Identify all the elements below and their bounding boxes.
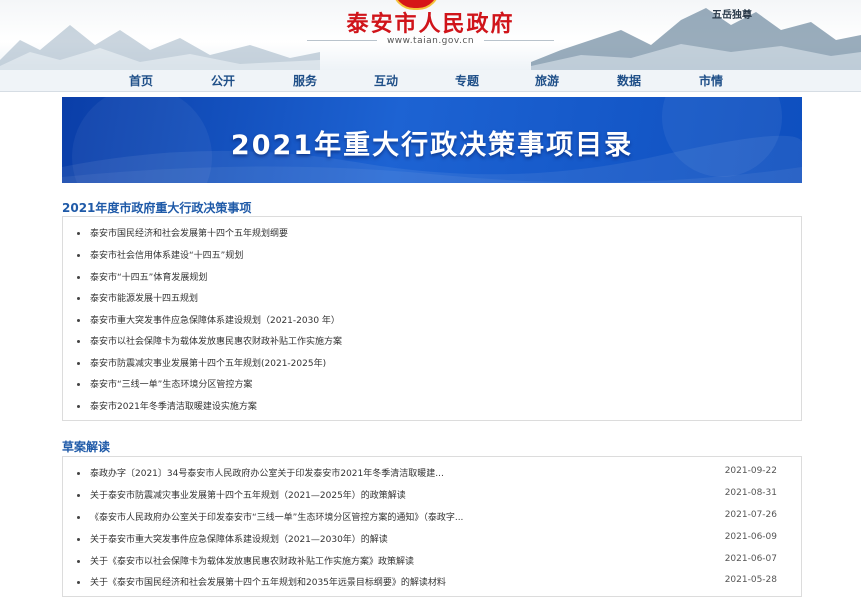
list-item-text: 泰安市重大突发事件应急保障体系建设规划（2021-2030 年）	[90, 316, 340, 326]
nav-item-service[interactable]: 服务	[293, 72, 317, 89]
list-item[interactable]: 泰安市社会信用体系建设“十四五”规划	[77, 248, 243, 261]
bullet-icon	[77, 254, 80, 257]
bullet-icon	[77, 276, 80, 279]
bullet-icon	[77, 472, 80, 475]
list-item-text: 关于泰安市防震减灾事业发展第十四个五年规划（2021—2025年）的政策解读	[90, 491, 406, 501]
list-item[interactable]: 泰政办字〔2021〕34号泰安市人民政府办公室关于印发泰安市2021年冬季清洁取…	[77, 466, 789, 479]
bullet-icon	[77, 232, 80, 235]
list-item[interactable]: 关于《泰安市以社会保障卡为载体发放惠民惠农财政补贴工作实施方案》政策解读 2021…	[77, 554, 789, 567]
nav-item-topics[interactable]: 专题	[455, 72, 479, 89]
list-item[interactable]: 泰安市防震减灾事业发展第十四个五年规划(2021-2025年)	[77, 356, 326, 369]
interpretation-list: 泰政办字〔2021〕34号泰安市人民政府办公室关于印发泰安市2021年冬季清洁取…	[62, 456, 802, 597]
section-title-interpretation[interactable]: 草案解读	[62, 438, 110, 455]
list-item-text: 泰安市“十四五”体育发展规划	[90, 273, 208, 283]
list-item[interactable]: 泰安市能源发展十四五规划	[77, 291, 198, 304]
item-date: 2021-08-31	[724, 488, 777, 498]
nav-item-public[interactable]: 公开	[211, 72, 235, 89]
list-item-text: 泰安市2021年冬季清洁取暖建设实施方案	[90, 402, 257, 412]
bullet-icon	[77, 319, 80, 322]
decisions-list: 泰安市国民经济和社会发展第十四个五年规划纲要 泰安市社会信用体系建设“十四五”规…	[62, 216, 802, 421]
list-item-text: 《泰安市人民政府办公室关于印发泰安市“三线一单”生态环境分区管控方案的通知》（泰…	[90, 513, 464, 523]
list-item[interactable]: 泰安市“十四五”体育发展规划	[77, 270, 207, 283]
bullet-icon	[77, 405, 80, 408]
nav-item-tourism[interactable]: 旅游	[535, 72, 559, 89]
list-item[interactable]: 关于泰安市重大突发事件应急保障体系建设规划（2021—2030年）的解读 2021…	[77, 532, 789, 545]
item-date: 2021-05-28	[724, 575, 777, 585]
list-item-text: 泰安市防震减灾事业发展第十四个五年规划(2021-2025年)	[90, 359, 327, 369]
banner-title: 2021年重大行政决策事项目录	[230, 130, 634, 161]
list-item-text: 泰安市能源发展十四五规划	[90, 294, 199, 304]
bullet-icon	[77, 297, 80, 300]
list-item-text: 泰安市“三线一单”生态环境分区管控方案	[90, 380, 253, 390]
seal-text: 五岳独尊	[712, 10, 752, 21]
bullet-icon	[77, 494, 80, 497]
site-header: 泰安市人民政府 www.taian.gov.cn 五岳独尊	[0, 0, 861, 70]
list-item-text: 关于《泰安市以社会保障卡为载体发放惠民惠农财政补贴工作实施方案》政策解读	[90, 557, 415, 567]
nav-item-city-info[interactable]: 市情	[699, 72, 723, 89]
bullet-icon	[77, 538, 80, 541]
list-item[interactable]: 泰安市以社会保障卡为载体发放惠民惠农财政补贴工作实施方案	[77, 334, 342, 347]
item-date: 2021-06-07	[724, 554, 777, 564]
main-nav: 首页 公开 服务 互动 专题 旅游 数据 市情	[0, 70, 861, 92]
list-item[interactable]: 关于《泰安市国民经济和社会发展第十四个五年规划和2035年远景目标纲要》的解读材…	[77, 575, 789, 588]
nav-item-interaction[interactable]: 互动	[374, 72, 398, 89]
site-url: www.taian.gov.cn	[0, 36, 861, 46]
list-item[interactable]: 关于泰安市防震减灾事业发展第十四个五年规划（2021—2025年）的政策解读 20…	[77, 488, 789, 501]
item-date: 2021-07-26	[724, 510, 777, 520]
nav-item-home[interactable]: 首页	[129, 72, 153, 89]
bullet-icon	[77, 560, 80, 563]
list-item[interactable]: 《泰安市人民政府办公室关于印发泰安市“三线一单”生态环境分区管控方案的通知》（泰…	[77, 510, 789, 523]
bullet-icon	[77, 581, 80, 584]
list-item-text: 泰安市社会信用体系建设“十四五”规划	[90, 251, 244, 261]
wuyue-seal: 五岳独尊	[712, 10, 752, 22]
bullet-icon	[77, 383, 80, 386]
list-item-text: 泰安市国民经济和社会发展第十四个五年规划纲要	[90, 229, 289, 239]
bullet-icon	[77, 516, 80, 519]
page-banner: 2021年重大行政决策事项目录	[62, 97, 802, 183]
list-item-text: 泰政办字〔2021〕34号泰安市人民政府办公室关于印发泰安市2021年冬季清洁取…	[90, 469, 444, 479]
item-date: 2021-09-22	[724, 466, 777, 476]
list-item-text: 关于泰安市重大突发事件应急保障体系建设规划（2021—2030年）的解读	[90, 535, 388, 545]
bullet-icon	[77, 340, 80, 343]
bullet-icon	[77, 362, 80, 365]
list-item[interactable]: 泰安市国民经济和社会发展第十四个五年规划纲要	[77, 226, 288, 239]
section-title-decisions[interactable]: 2021年度市政府重大行政决策事项	[62, 199, 251, 216]
list-item-text: 关于《泰安市国民经济和社会发展第十四个五年规划和2035年远景目标纲要》的解读材…	[90, 578, 446, 588]
list-item[interactable]: 泰安市2021年冬季清洁取暖建设实施方案	[77, 399, 257, 412]
list-item[interactable]: 泰安市“三线一单”生态环境分区管控方案	[77, 377, 252, 390]
nav-item-data[interactable]: 数据	[617, 72, 641, 89]
list-item-text: 泰安市以社会保障卡为载体发放惠民惠农财政补贴工作实施方案	[90, 337, 343, 347]
list-item[interactable]: 泰安市重大突发事件应急保障体系建设规划（2021-2030 年）	[77, 313, 340, 326]
item-date: 2021-06-09	[724, 532, 777, 542]
